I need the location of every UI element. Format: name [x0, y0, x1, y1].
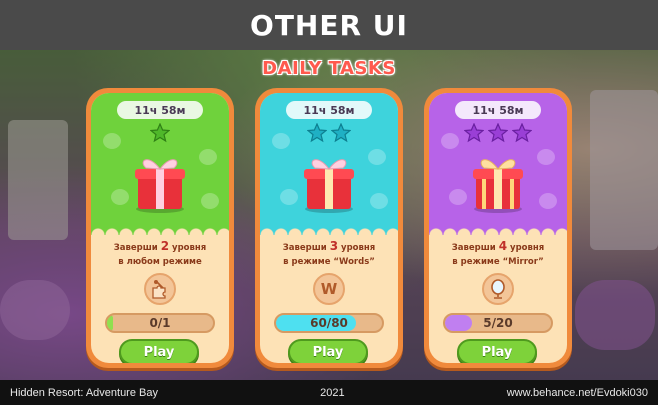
card-header-purple: 11ч 58м [429, 93, 567, 229]
task-unit: уровня [510, 243, 545, 253]
task-description: Заверши 3 уровня в режиме “Words” [266, 239, 392, 269]
words-mode-icon: W [313, 273, 345, 305]
star-icon [331, 123, 351, 143]
background-building [590, 90, 658, 250]
star-icon [307, 123, 327, 143]
background-flowers [0, 280, 70, 340]
play-button[interactable]: Play [457, 339, 537, 363]
star-icon [512, 123, 532, 143]
timer-badge: 11ч 58м [286, 101, 372, 119]
card-body: 11ч 58м Заверши 4 уровня в режиме “Mirro… [429, 93, 567, 363]
mirror-icon [491, 279, 505, 299]
star-icon [464, 123, 484, 143]
task-count: 3 [329, 239, 339, 253]
timer-badge: 11ч 58м [117, 101, 203, 119]
task-card-3: 11ч 58м Заверши 4 уровня в режиме “Mirro… [424, 88, 572, 368]
mirror-mode-icon [482, 273, 514, 305]
card-header-green: 11ч 58м [91, 93, 229, 229]
puzzle-icon [152, 280, 166, 299]
card-body: 11ч 58м Заверши 2 уровня в любом режиме [91, 93, 229, 363]
progress-bar: 0/1 [105, 313, 215, 333]
gift-box-icon [135, 159, 185, 213]
task-count: 2 [160, 239, 170, 253]
card-header-cyan: 11ч 58м [260, 93, 398, 229]
star-icon [150, 123, 170, 143]
task-card-2: 11ч 58м Заверши 3 уровня в режиме “Words… [255, 88, 403, 368]
banner-title: OTHER UI [250, 8, 408, 42]
words-letter: W [320, 280, 338, 298]
progress-label: 0/1 [149, 316, 171, 330]
task-card-1: 11ч 58м Заверши 2 уровня в любом режиме [86, 88, 234, 368]
background-flowers [575, 280, 655, 350]
game-name: Hidden Resort: Adventure Bay [10, 386, 158, 399]
task-verb: Заверши [451, 243, 496, 253]
play-button[interactable]: Play [119, 339, 199, 363]
card-divider [260, 221, 398, 235]
star-rating [260, 123, 398, 143]
task-unit: уровня [172, 243, 207, 253]
task-mode: в любом режиме [118, 257, 202, 267]
progress-bar: 5/20 [443, 313, 553, 333]
star-rating [91, 123, 229, 143]
task-unit: уровня [341, 243, 376, 253]
card-body: 11ч 58м Заверши 3 уровня в режиме “Words… [260, 93, 398, 363]
progress-bar: 60/80 [274, 313, 384, 333]
task-count: 4 [498, 239, 508, 253]
mode-any-icon [144, 273, 176, 305]
progress-label: 5/20 [483, 316, 513, 330]
task-description: Заверши 2 уровня в любом режиме [97, 239, 223, 269]
top-banner: OTHER UI [0, 0, 658, 50]
gift-box-icon [304, 159, 354, 213]
progress-label: 60/80 [310, 316, 348, 330]
daily-tasks-title: DAILY TASKS [262, 58, 396, 79]
year-label: 2021 [320, 386, 345, 399]
task-verb: Заверши [113, 243, 158, 253]
timer-badge: 11ч 58м [455, 101, 541, 119]
card-divider [429, 221, 567, 235]
background-building [8, 120, 68, 240]
credit-link[interactable]: www.behance.net/Evdoki030 [507, 387, 648, 399]
card-divider [91, 221, 229, 235]
task-mode: в режиме “Mirror” [452, 257, 544, 267]
star-icon [488, 123, 508, 143]
star-rating [429, 123, 567, 143]
footer-bar: Hidden Resort: Adventure Bay 2021 www.be… [0, 380, 658, 405]
play-button[interactable]: Play [288, 339, 368, 363]
task-description: Заверши 4 уровня в режиме “Mirror” [435, 239, 561, 269]
task-verb: Заверши [282, 243, 327, 253]
gift-box-icon [473, 159, 523, 213]
task-mode: в режиме “Words” [283, 257, 375, 267]
